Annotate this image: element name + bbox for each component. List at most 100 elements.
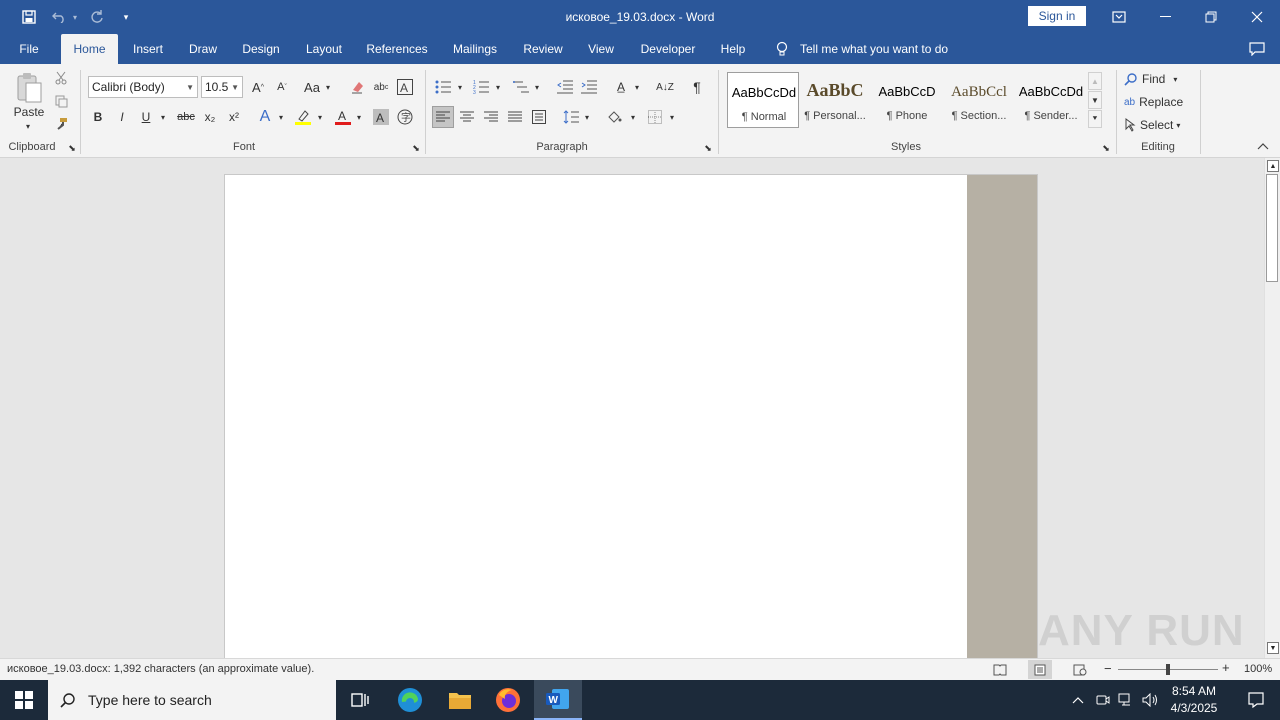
web-layout-icon[interactable]	[1070, 661, 1090, 678]
font-color-icon[interactable]: A	[332, 106, 354, 128]
close-icon[interactable]	[1234, 0, 1280, 34]
paste-button[interactable]: Paste	[8, 104, 50, 120]
phonetic-guide-icon[interactable]: ab c	[370, 76, 392, 98]
shrink-font-icon[interactable]: Aˇ	[272, 76, 292, 98]
style-section[interactable]: AaBbCcl ¶ Section...	[943, 72, 1015, 128]
paste-dropdown-icon[interactable]: ▾	[20, 120, 36, 132]
align-center-icon[interactable]	[456, 106, 478, 128]
scrollbar-thumb[interactable]	[1266, 174, 1278, 282]
borders-icon[interactable]	[644, 106, 666, 128]
chevron-down-icon[interactable]: ▾	[158, 106, 168, 128]
underline-button[interactable]: U	[136, 106, 156, 128]
zoom-out-icon[interactable]: −	[1104, 661, 1116, 676]
change-case-button[interactable]: Aa	[300, 76, 324, 98]
tab-layout[interactable]: Layout	[298, 34, 350, 64]
tab-design[interactable]: Design	[236, 34, 286, 64]
increase-indent-icon[interactable]	[578, 76, 600, 98]
chevron-down-icon[interactable]: ▾	[628, 106, 638, 128]
scroll-down-icon[interactable]: ▼	[1267, 642, 1279, 654]
scroll-up-icon[interactable]: ▲	[1267, 160, 1279, 172]
chevron-down-icon[interactable]: ▾	[354, 106, 364, 128]
multilevel-list-icon[interactable]	[510, 76, 532, 98]
file-explorer-icon[interactable]	[436, 680, 484, 720]
subscript-button[interactable]: x₂	[200, 106, 220, 128]
format-painter-icon[interactable]	[52, 114, 70, 134]
tab-draw[interactable]: Draw	[182, 34, 224, 64]
restore-icon[interactable]	[1188, 0, 1234, 34]
tab-mailings[interactable]: Mailings	[444, 34, 506, 64]
chevron-down-icon[interactable]: ▾	[532, 76, 542, 98]
chevron-up-icon[interactable]	[1066, 680, 1090, 720]
tell-me-search[interactable]: Tell me what you want to do	[800, 34, 952, 64]
font-launcher-icon[interactable]: ⬊	[410, 142, 422, 154]
select-button[interactable]: Select ▾	[1124, 114, 1194, 136]
tab-developer[interactable]: Developer	[634, 34, 702, 64]
bold-button[interactable]: B	[88, 106, 108, 128]
shading-icon[interactable]	[604, 106, 626, 128]
tab-review[interactable]: Review	[518, 34, 568, 64]
align-left-icon[interactable]	[432, 106, 454, 128]
zoom-level[interactable]: 100%	[1244, 663, 1272, 675]
collapse-ribbon-icon[interactable]	[1254, 138, 1272, 154]
chevron-down-icon[interactable]: ▾	[323, 76, 333, 98]
tab-insert[interactable]: Insert	[126, 34, 170, 64]
network-icon[interactable]	[1114, 680, 1138, 720]
zoom-in-icon[interactable]: +	[1222, 660, 1234, 675]
windows-start-icon[interactable]	[0, 680, 48, 720]
justify-icon[interactable]	[504, 106, 526, 128]
styles-launcher-icon[interactable]: ⬊	[1100, 142, 1112, 154]
sign-in-button[interactable]: Sign in	[1028, 6, 1086, 26]
numbering-icon[interactable]: 123	[470, 76, 492, 98]
font-name-combo[interactable]: Calibri (Body) ▼	[88, 76, 198, 98]
distributed-icon[interactable]	[528, 106, 550, 128]
word-taskbar-icon[interactable]: W	[534, 680, 582, 720]
clipboard-launcher-icon[interactable]: ⬊	[66, 142, 78, 154]
paste-icon[interactable]	[10, 70, 48, 106]
taskbar-clock[interactable]: 8:54 AM 4/3/2025	[1158, 683, 1230, 717]
bullets-icon[interactable]	[432, 76, 454, 98]
tab-home[interactable]: Home	[61, 34, 118, 64]
style-normal[interactable]: AaBbCcDd ¶ Normal	[727, 72, 799, 128]
chevron-down-icon[interactable]: ▾	[493, 76, 503, 98]
strikethrough-button[interactable]: abc	[174, 106, 198, 128]
text-effects-icon[interactable]: A	[254, 106, 276, 128]
meet-now-icon[interactable]	[1092, 680, 1114, 720]
styles-scroll-up-icon[interactable]: ▲	[1088, 72, 1102, 90]
superscript-button[interactable]: x²	[224, 106, 244, 128]
font-size-combo[interactable]: 10.5 ▼	[201, 76, 243, 98]
comments-icon[interactable]	[1242, 34, 1272, 64]
chevron-down-icon[interactable]: ▾	[455, 76, 465, 98]
taskbar-search[interactable]: Type here to search	[48, 680, 336, 720]
chevron-down-icon[interactable]: ▾	[582, 106, 592, 128]
minimize-icon[interactable]	[1142, 0, 1188, 34]
decrease-indent-icon[interactable]	[554, 76, 576, 98]
task-view-icon[interactable]	[336, 680, 384, 720]
grow-font-icon[interactable]: A ^	[248, 76, 268, 98]
align-right-icon[interactable]	[480, 106, 502, 128]
style-sender[interactable]: AaBbCcDd ¶ Sender...	[1015, 72, 1087, 128]
print-layout-icon[interactable]	[1028, 660, 1052, 679]
styles-scroll-down-icon[interactable]: ▼	[1088, 91, 1102, 109]
sort-icon[interactable]: A↓Z	[654, 76, 676, 98]
ribbon-display-options-icon[interactable]	[1096, 0, 1142, 34]
find-button[interactable]: Find ▾	[1124, 68, 1194, 90]
character-border-icon[interactable]: A	[395, 76, 415, 98]
show-formatting-marks-icon[interactable]: ¶	[686, 76, 708, 98]
zoom-slider-thumb[interactable]	[1166, 664, 1170, 675]
notifications-icon[interactable]	[1232, 680, 1280, 720]
italic-button[interactable]: I	[112, 106, 132, 128]
tab-view[interactable]: View	[580, 34, 622, 64]
edge-browser-icon[interactable]	[386, 680, 434, 720]
tab-help[interactable]: Help	[714, 34, 752, 64]
replace-button[interactable]: ab Replace	[1124, 91, 1194, 113]
document-statistics[interactable]: исковое_19.03.docx: 1,392 characters (an…	[7, 663, 314, 675]
line-spacing-icon[interactable]	[560, 106, 582, 128]
enclose-characters-icon[interactable]: 字	[394, 106, 416, 128]
read-mode-icon[interactable]	[990, 661, 1010, 678]
highlight-icon[interactable]	[292, 106, 314, 128]
tab-file[interactable]: File	[8, 34, 50, 64]
copy-icon[interactable]	[52, 91, 70, 111]
chevron-down-icon[interactable]: ▾	[315, 106, 325, 128]
chevron-down-icon[interactable]: ▾	[276, 106, 286, 128]
clear-formatting-icon[interactable]	[346, 76, 368, 98]
